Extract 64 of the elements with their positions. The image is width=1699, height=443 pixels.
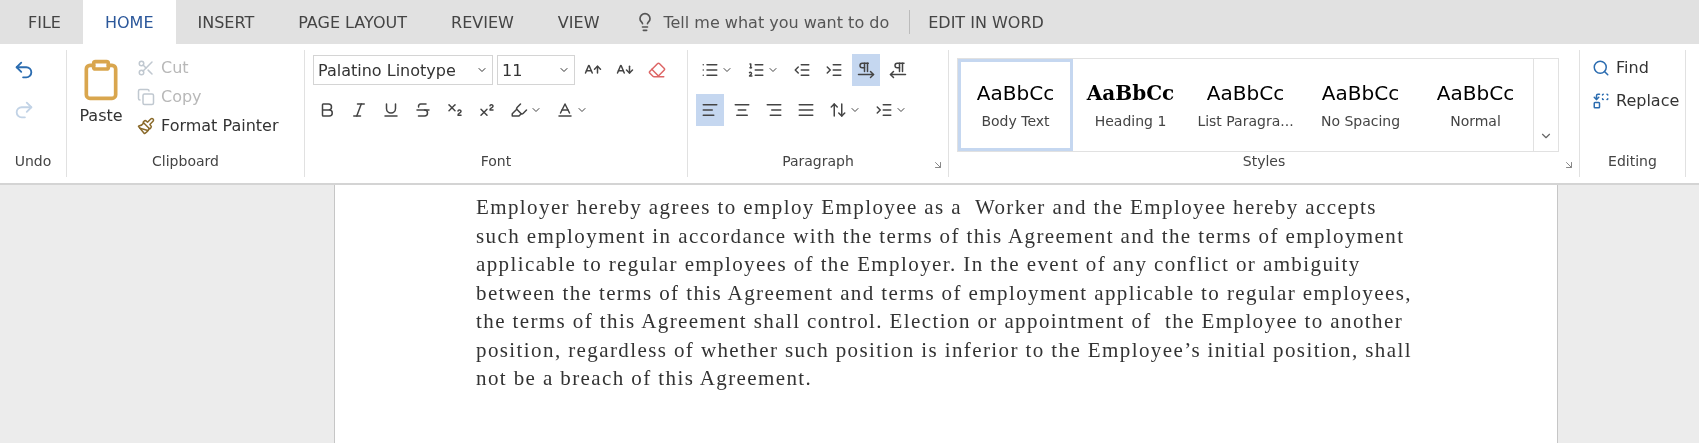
paintbrush-icon [137, 116, 155, 135]
indent-list-icon [875, 101, 893, 119]
align-right-icon [765, 101, 783, 119]
superscript-icon [478, 101, 496, 119]
dialog-launcher-icon[interactable] [1563, 159, 1575, 171]
style-name: List Paragra... [1197, 113, 1294, 129]
line-spacing-icon [829, 101, 847, 119]
style-name: Body Text [981, 113, 1050, 129]
pilcrow-right-icon [857, 61, 875, 79]
increase-indent-icon [825, 61, 843, 79]
bullet-list-icon [701, 61, 719, 79]
style-name: Normal [1450, 113, 1501, 129]
font-color-icon [556, 101, 574, 119]
style-preview: AaBbCc [1436, 81, 1515, 105]
group-label: Paragraph [782, 153, 854, 171]
style-option[interactable]: AaBbCc Body Text [958, 59, 1073, 151]
find-button[interactable]: Find [1588, 54, 1684, 81]
body-paragraph: Employer hereby agrees to employ Employee as a Worker and the Employee hereby accepts such employment in accordance with the terms of this Agreement and the terms of employment applicable to regular employees of the Employer. In the event of any conflict or ambiguity between the terms of this Agreement and terms of employment applicable to regular employees, the terms of this Agreement shall control. Election or appointment of the Employee to another position, regardless of whether such position is inferior to the Employee’s initial position, shall not be a breach of this Agreement. [476, 194, 1413, 392]
group-label: Editing [1608, 153, 1657, 171]
align-left-icon [701, 101, 719, 119]
replace-icon [1592, 91, 1610, 110]
edit-in-word-link[interactable]: EDIT IN WORD [910, 0, 1062, 44]
style-preview: AaBbCc [1086, 81, 1175, 105]
font-name-dropdown[interactable]: Palatino Linotype [313, 55, 493, 85]
undo-icon [13, 59, 35, 81]
style-name: No Spacing [1320, 113, 1401, 129]
replace-button[interactable]: Replace [1588, 87, 1684, 114]
decrease-indent-icon [793, 61, 811, 79]
style-preview: AaBbCc [1206, 81, 1285, 105]
ribbon-tab[interactable]: INSERT [175, 0, 277, 44]
ribbon-tab[interactable]: PAGE LAYOUT [276, 0, 430, 44]
ribbon-tab[interactable]: FILE [6, 0, 83, 44]
group-label: Font [480, 153, 512, 171]
ribbon-tab[interactable]: VIEW [535, 0, 622, 44]
style-preview: AaBbCc [1321, 81, 1400, 105]
group-label: Undo [14, 153, 52, 171]
painter-button[interactable]: Format Painter [133, 112, 283, 139]
ribbon-tab[interactable]: REVIEW [429, 0, 536, 44]
redo-icon [13, 99, 35, 121]
italic-icon [350, 101, 368, 119]
align-center-icon [733, 101, 751, 119]
style-preview: AaBbCc [976, 81, 1055, 105]
search-icon [1592, 58, 1610, 77]
eraser-icon [648, 61, 666, 79]
ltr-button[interactable] [852, 54, 880, 86]
copy-icon [137, 87, 155, 106]
tell-me-field[interactable]: Tell me what you want to do [621, 0, 910, 44]
ribbon-tab[interactable]: HOME [82, 0, 176, 44]
paste-button[interactable]: Paste [75, 54, 127, 153]
style-name: Heading 1 [1094, 113, 1167, 129]
highlighter-icon [510, 101, 528, 119]
font-size-dropdown[interactable]: 11 [497, 55, 575, 85]
strikethrough-icon [414, 101, 432, 119]
underline-icon [382, 101, 400, 119]
pilcrow-left-icon [889, 61, 907, 79]
numbered-list-icon [747, 61, 765, 79]
group-label: Styles [1242, 153, 1286, 171]
tell-me-placeholder: Tell me what you want to do [663, 12, 890, 32]
group-label: Clipboard [152, 153, 219, 171]
left-button[interactable] [696, 94, 724, 126]
subscript-icon [446, 101, 464, 119]
scissors-icon [137, 58, 155, 77]
dialog-launcher-icon[interactable] [932, 159, 944, 171]
justify-icon [797, 101, 815, 119]
